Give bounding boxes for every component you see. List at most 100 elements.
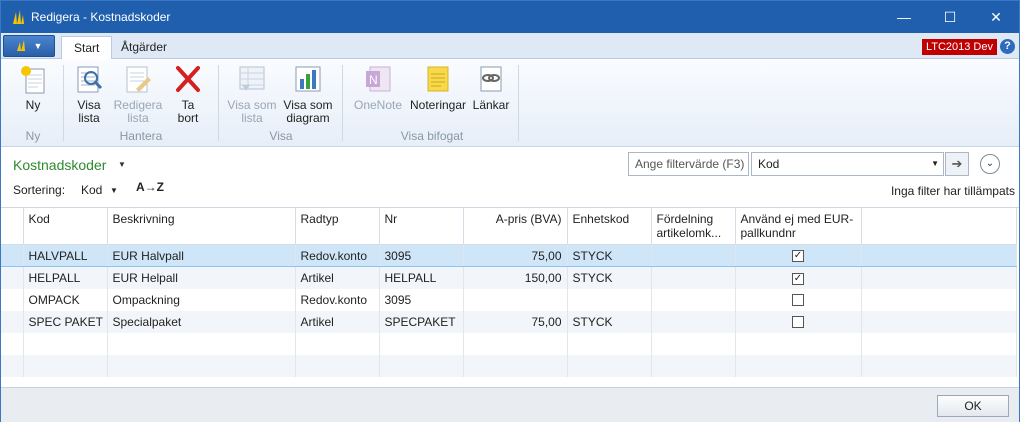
column-header[interactable]: Enhetskod	[567, 208, 652, 245]
sort-field-select[interactable]: Kod	[81, 183, 102, 197]
checkbox[interactable]: ✓	[792, 272, 804, 285]
cell-fordelning[interactable]	[651, 266, 736, 289]
cell-radtyp[interactable]: Artikel	[295, 310, 380, 333]
link-icon	[480, 66, 502, 92]
view-as-list-label: Visa som lista	[227, 98, 277, 125]
cell-nr[interactable]: HELPALL	[379, 266, 464, 289]
cell-fordelning[interactable]	[651, 288, 736, 311]
cell-apris[interactable]: 75,00	[463, 310, 568, 333]
cell-enhet[interactable]	[567, 288, 652, 311]
column-header[interactable]: Kod	[23, 208, 108, 245]
cell-nr[interactable]: SPECPAKET	[379, 310, 464, 333]
close-button[interactable]: ✕	[973, 1, 1019, 33]
column-header[interactable]: Använd ej med EUR-pallkundnr	[735, 208, 862, 245]
cell-beskrivning[interactable]: Ompackning	[107, 288, 296, 311]
group-label-visa-bifogat: Visa bifogat	[400, 129, 464, 143]
cell-kod[interactable]: OMPACK	[23, 288, 108, 311]
cell-enhet[interactable]: STYCK	[567, 310, 652, 333]
checkbox[interactable]	[792, 316, 804, 329]
chevron-down-icon: ▼	[33, 41, 43, 51]
column-header[interactable]: Nr	[379, 208, 464, 245]
cell-enhet[interactable]: STYCK	[567, 244, 652, 267]
data-grid: Kod Beskrivning Radtyp Nr A-pris (BVA) E…	[1, 207, 1019, 381]
ok-button[interactable]: OK	[937, 395, 1009, 417]
cell-nr[interactable]: 3095	[379, 288, 464, 311]
help-icon[interactable]: ?	[1000, 39, 1015, 54]
cell-beskrivning[interactable]: EUR Helpall	[107, 266, 296, 289]
row-selector-header	[1, 208, 24, 245]
empty-row	[1, 354, 1017, 377]
new-button[interactable]: Ny	[13, 63, 53, 112]
apply-filter-button[interactable]: ➔	[945, 152, 969, 176]
cell-beskrivning[interactable]: EUR Halvpall	[107, 244, 296, 267]
minimize-button[interactable]: —	[881, 1, 927, 33]
group-separator	[518, 65, 519, 141]
checkbox[interactable]: ✓	[792, 250, 804, 263]
group-label-hantera: Hantera	[119, 129, 163, 143]
table-header-row: Kod Beskrivning Radtyp Nr A-pris (BVA) E…	[1, 208, 1017, 245]
view-list-button[interactable]: Visa lista	[69, 63, 109, 125]
table-row[interactable]: SPEC PAKET Specialpaket Artikel SPECPAKE…	[1, 310, 1017, 333]
row-selector[interactable]	[1, 266, 24, 289]
group-separator	[63, 65, 64, 141]
row-selector[interactable]	[1, 244, 24, 267]
view-as-list-icon	[239, 66, 265, 91]
chevron-down-icon[interactable]: ▼	[118, 160, 126, 169]
cell-kod[interactable]: HALVPALL	[23, 244, 108, 267]
checkbox[interactable]	[792, 294, 804, 307]
column-header[interactable]: Beskrivning	[107, 208, 296, 245]
app-menu-button[interactable]: ▼	[3, 35, 55, 57]
cell-apris[interactable]	[463, 288, 568, 311]
window: Redigera - Kostnadskoder — ☐ ✕ ▼ Start Å…	[0, 0, 1020, 422]
maximize-button[interactable]: ☐	[927, 1, 973, 33]
notes-button[interactable]: Noteringar	[407, 63, 469, 112]
cell-fordelning[interactable]	[651, 310, 736, 333]
cell-apris[interactable]: 75,00	[463, 244, 568, 267]
cell-apris[interactable]: 150,00	[463, 266, 568, 289]
ribbon-tab-bar: ▼ Start Åtgärder LTC2013 Dev ?	[1, 33, 1019, 60]
column-header[interactable]: Radtyp	[295, 208, 380, 245]
links-button[interactable]: Länkar	[471, 63, 511, 112]
onenote-label: OneNote	[353, 98, 403, 112]
cell-fordelning[interactable]	[651, 244, 736, 267]
cell-kod[interactable]: SPEC PAKET	[23, 310, 108, 333]
filter-field-select[interactable]: Kod ▼	[751, 152, 944, 176]
group-separator	[218, 65, 219, 141]
cell-radtyp[interactable]: Redov.konto	[295, 288, 380, 311]
cell-radtyp[interactable]: Redov.konto	[295, 244, 380, 267]
onenote-button[interactable]: N OneNote	[351, 63, 405, 112]
view-as-chart-label: Visa som diagram	[283, 98, 333, 125]
window-title: Redigera - Kostnadskoder	[31, 10, 171, 24]
sort-direction-icon[interactable]: A→Z	[136, 180, 164, 194]
filler-header	[861, 208, 1017, 245]
cell-nr[interactable]: 3095	[379, 244, 464, 267]
svg-text:N: N	[369, 73, 378, 87]
row-selector[interactable]	[1, 310, 24, 333]
tab-atgarder[interactable]: Åtgärder	[109, 36, 179, 60]
cell-enhet[interactable]: STYCK	[567, 266, 652, 289]
table-row[interactable]: HALVPALL EUR Halvpall Redov.konto 3095 7…	[1, 244, 1017, 267]
table-row[interactable]: HELPALL EUR Helpall Artikel HELPALL 150,…	[1, 266, 1017, 289]
view-as-list-button[interactable]: Visa som lista	[225, 63, 279, 125]
tab-start[interactable]: Start	[61, 36, 113, 60]
page-title[interactable]: Kostnadskoder	[13, 157, 106, 173]
row-selector[interactable]	[1, 288, 24, 311]
column-header[interactable]: A-pris (BVA)	[463, 208, 568, 245]
filter-input[interactable]: Ange filtervärde (F3)	[628, 152, 749, 176]
cell-kod[interactable]: HELPALL	[23, 266, 108, 289]
cell-radtyp[interactable]: Artikel	[295, 266, 380, 289]
group-label-visa: Visa	[269, 129, 293, 143]
ribbon: Ny Ny Visa lista Redigera lista Ta bort …	[1, 59, 1019, 147]
expand-filter-button[interactable]: ⌄	[980, 154, 1000, 174]
filter-status: Inga filter har tillämpats	[890, 184, 1015, 198]
view-as-chart-button[interactable]: Visa som diagram	[281, 63, 335, 125]
new-button-label: Ny	[25, 98, 41, 112]
title-bar: Redigera - Kostnadskoder — ☐ ✕	[1, 1, 1019, 33]
table-row[interactable]: OMPACK Ompackning Redov.konto 3095	[1, 288, 1017, 311]
chevron-down-icon[interactable]: ▼	[110, 186, 118, 195]
cell-beskrivning[interactable]: Specialpaket	[107, 310, 296, 333]
delete-button[interactable]: Ta bort	[168, 63, 208, 125]
links-label: Länkar	[472, 98, 510, 112]
column-header[interactable]: Fördelning artikelomk...	[651, 208, 736, 245]
edit-list-button[interactable]: Redigera lista	[113, 63, 163, 125]
